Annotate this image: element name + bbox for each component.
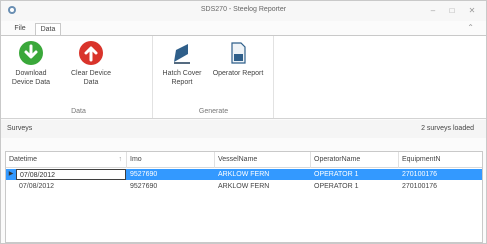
- operator-report-button[interactable]: Operator Report: [212, 40, 264, 100]
- table-cell[interactable]: OPERATOR 1: [311, 181, 399, 192]
- table-cell[interactable]: OPERATOR 1: [311, 169, 399, 180]
- table-row[interactable]: ▶ 07/08/2012 9527690 ARKLOW FERN OPERATO…: [6, 169, 482, 180]
- clear-device-data-label: Clear Device Data: [70, 70, 112, 86]
- tab-file[interactable]: File: [11, 23, 29, 35]
- table-cell[interactable]: 07/08/2012: [16, 181, 126, 192]
- ribbon-group-data: Download Device Data Clear Device Data D…: [5, 36, 153, 118]
- ribbon-group-generate: Hatch Cover Report Operator Report Gener…: [154, 36, 274, 118]
- table-cell[interactable]: 07/08/2012: [16, 169, 126, 180]
- column-header-imo[interactable]: Imo: [127, 152, 215, 168]
- ribbon: Download Device Data Clear Device Data D…: [1, 35, 486, 119]
- window-title: SDS270 - Steelog Reporter: [200, 6, 287, 13]
- surveys-title: Surveys: [7, 125, 33, 132]
- column-header-operatorname-label: OperatorName: [314, 156, 361, 163]
- surveys-grid: Datetime ↑ Imo VesselName OperatorName Eq…: [5, 151, 483, 243]
- green-download-icon: [19, 41, 43, 65]
- table-cell[interactable]: ARKLOW FERN: [215, 181, 311, 192]
- maximize-button[interactable]: □: [445, 5, 459, 17]
- column-header-vesselname-label: VesselName: [218, 156, 258, 163]
- operator-report-icon: [231, 42, 246, 64]
- red-clear-icon: [79, 41, 103, 65]
- close-button[interactable]: ✕: [465, 5, 479, 17]
- clear-device-data-button[interactable]: Clear Device Data: [65, 40, 117, 100]
- download-device-data-button[interactable]: Download Device Data: [5, 40, 57, 100]
- column-header-vesselname[interactable]: VesselName: [215, 152, 311, 168]
- table-cell[interactable]: 9527690: [127, 169, 215, 180]
- column-header-operatorname[interactable]: OperatorName: [311, 152, 399, 168]
- column-header-datetime[interactable]: Datetime ↑: [6, 152, 127, 168]
- grid-header: Datetime ↑ Imo VesselName OperatorName Eq…: [6, 152, 482, 168]
- operator-report-label: Operator Report: [212, 70, 264, 77]
- tab-data[interactable]: Data: [35, 23, 61, 35]
- table-cell[interactable]: ARKLOW FERN: [215, 169, 311, 180]
- table-row[interactable]: 07/08/2012 9527690 ARKLOW FERN OPERATOR …: [6, 181, 482, 192]
- download-device-data-label: Download Device Data: [11, 70, 51, 86]
- column-header-imo-label: Imo: [130, 156, 142, 163]
- ribbon-tabs: File Data ⌃: [1, 21, 486, 35]
- hatch-cover-report-button[interactable]: Hatch Cover Report: [156, 40, 208, 100]
- hatch-cover-report-label: Hatch Cover Report: [162, 70, 202, 86]
- surveys-count-status: 2 surveys loaded: [421, 125, 474, 132]
- column-header-datetime-label: Datetime: [9, 156, 38, 163]
- app-window: SDS270 - Steelog Reporter – □ ✕ File Dat…: [0, 0, 487, 244]
- sort-icon: ↑: [118, 156, 123, 163]
- surveys-header: Surveys 2 surveys loaded: [1, 120, 486, 138]
- hatch-cover-report-icon: [174, 44, 190, 64]
- column-header-equipmentn-label: EquipmentN: [402, 156, 441, 163]
- minimize-button[interactable]: –: [426, 5, 440, 17]
- table-cell[interactable]: 9527690: [127, 181, 215, 192]
- collapse-ribbon-icon[interactable]: ⌃: [467, 23, 474, 32]
- table-cell[interactable]: 270100176: [399, 181, 482, 192]
- group-label-generate: Generate: [198, 108, 229, 115]
- group-label-data: Data: [71, 108, 86, 115]
- table-cell[interactable]: 270100176: [399, 169, 482, 180]
- title-bar: SDS270 - Steelog Reporter – □ ✕: [1, 1, 486, 21]
- current-row-indicator-icon: ▶: [8, 171, 14, 177]
- column-header-equipmentn[interactable]: EquipmentN: [399, 152, 482, 168]
